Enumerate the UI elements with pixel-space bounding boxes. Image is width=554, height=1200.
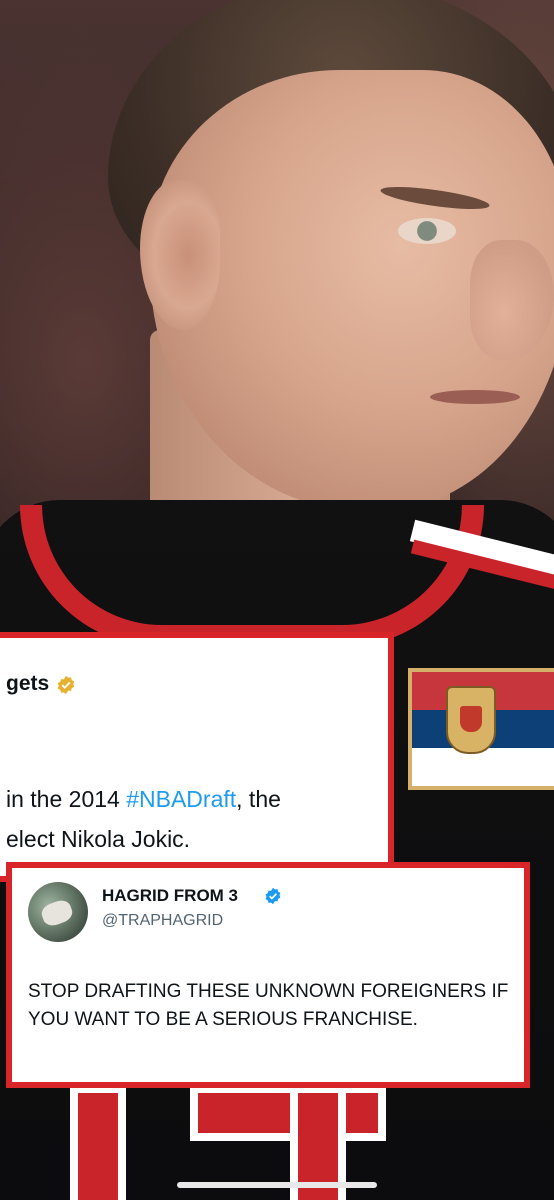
- serbian-crest-icon: [446, 686, 496, 754]
- home-indicator[interactable]: [177, 1182, 377, 1188]
- gold-verified-icon: [57, 675, 75, 695]
- nbadraft-hashtag-link[interactable]: #NBADraft: [126, 786, 236, 812]
- reply-tweet-card[interactable]: HAGRID FROM 3 @TRAPHAGRID STOP DRAFTING …: [6, 862, 530, 1088]
- tweet-text-line-2: elect Nikola Jokic.: [6, 826, 191, 852]
- blue-verified-icon: [265, 887, 281, 905]
- reply-text: STOP DRAFTING THESE UNKNOWN FOREIGNERS I…: [28, 981, 509, 1030]
- reply-handle[interactable]: @TRAPHAGRID: [102, 912, 223, 930]
- serbia-flag-patch: [408, 668, 554, 790]
- player-mouth: [430, 390, 520, 404]
- player-eye: [398, 218, 456, 244]
- jersey-number-digit-2-top: [190, 1085, 386, 1141]
- jersey-number-digit-1: [70, 1085, 126, 1200]
- tweet-text-prefix: in the 2014: [6, 786, 127, 812]
- avatar[interactable]: [28, 882, 88, 942]
- tweet-text-suffix: , the: [236, 786, 281, 812]
- original-tweet-card[interactable]: gets in the 2014 #NBADraft, the elect Ni…: [0, 632, 394, 882]
- tweet-text-line-1: in the 2014 #NBADraft, the: [6, 786, 281, 813]
- reply-display-name[interactable]: HAGRID FROM 3: [102, 886, 238, 906]
- account-name[interactable]: gets: [6, 672, 49, 696]
